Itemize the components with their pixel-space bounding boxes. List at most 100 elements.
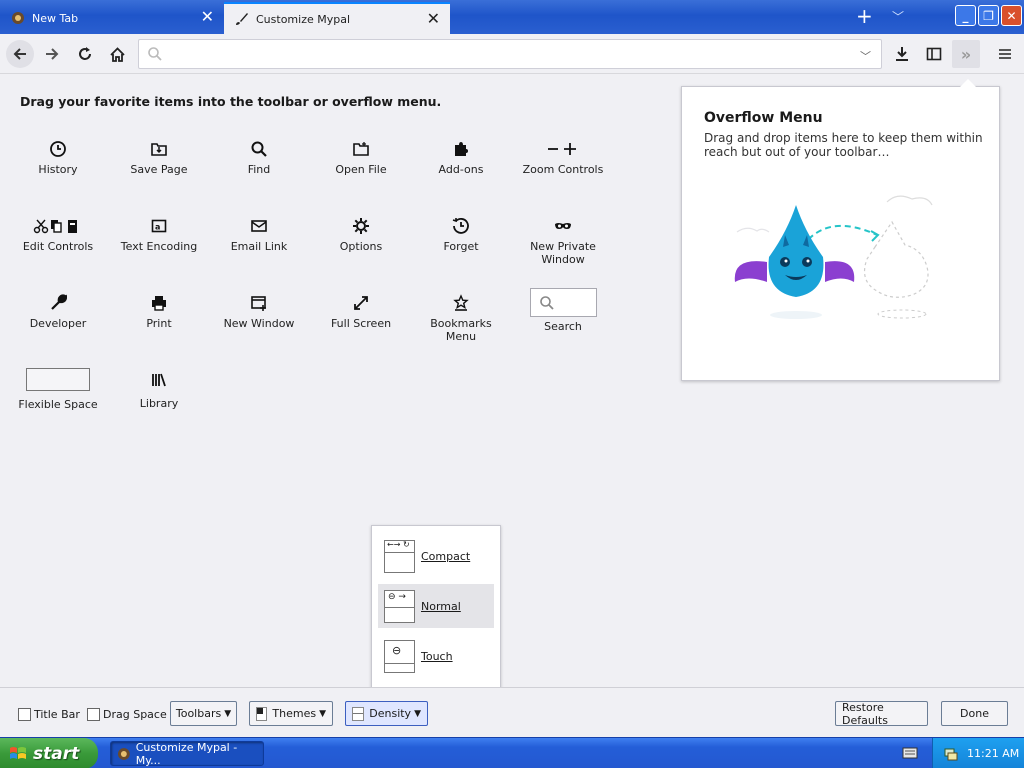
forget-clock-icon [452,218,469,234]
main-menu-button[interactable] [991,40,1019,68]
keyboard-icon[interactable] [902,746,918,760]
flexible-space-box [26,367,90,391]
density-button[interactable]: Density ▼ [345,701,428,726]
item-label: Print [146,317,172,330]
palette-item-new-private-window[interactable]: New Private Window [513,213,613,266]
search-icon [148,47,162,61]
palette-item-developer[interactable]: Developer [8,290,108,330]
drag-space-checkbox[interactable]: Drag Space [87,708,167,721]
density-option-compact[interactable]: ←→ ↻ Compact [378,534,494,578]
palette-item-open-file[interactable]: Open File [311,136,411,176]
palette-item-find[interactable]: Find [209,136,309,176]
checkbox-box[interactable] [18,708,31,721]
tab-new-tab[interactable]: New Tab ✕ [0,2,224,34]
start-label: start [33,743,80,764]
close-tab-icon[interactable]: ✕ [427,10,440,28]
mypal-logo-icon [117,747,130,760]
checkbox-box[interactable] [87,708,100,721]
palette-item-zoom-controls[interactable]: Zoom Controls [513,136,613,176]
item-label: Library [139,397,179,410]
network-icon[interactable] [943,746,959,762]
restore-defaults-label: Restore Defaults [842,700,888,727]
item-label: Text Encoding [120,240,198,253]
item-label: New Window [223,317,295,330]
palette-item-search[interactable]: Search [513,287,613,333]
restore-defaults-button[interactable]: Restore Defaults [835,700,928,727]
restore-window-button[interactable]: ❐ [978,5,999,26]
home-button[interactable] [103,40,131,68]
title-bar-checkbox[interactable]: Title Bar [18,708,80,721]
overflow-menu-button[interactable]: » [952,40,980,68]
double-chevron-icon: » [960,44,972,64]
sidebar-icon [926,47,942,61]
overflow-menu-panel[interactable]: Overflow Menu Drag and drop items here t… [681,79,1000,381]
save-page-icon [151,143,167,156]
forward-arrow-icon [46,48,59,60]
palette-item-new-window[interactable]: New Window [209,290,309,330]
start-button[interactable]: start [0,738,98,768]
done-button[interactable]: Done [941,701,1008,726]
item-label: Save Page [130,163,188,176]
back-button[interactable] [6,40,34,68]
search-box [529,287,597,317]
download-icon [896,47,908,61]
chevron-down-icon[interactable]: ﹀ [860,48,871,64]
url-input[interactable] [169,44,849,64]
new-tab-plus-icon[interactable]: + [856,6,873,26]
url-bar[interactable]: ﹀ [138,39,882,69]
forward-button[interactable] [38,40,66,68]
item-label: Add-ons [438,163,484,176]
taskbar-window-button[interactable]: Customize Mypal - My... [110,741,264,767]
clock: 11:21 AM [967,747,1020,760]
mypal-logo-icon [10,10,26,26]
palette-item-text-encoding[interactable]: a Text Encoding [109,213,209,253]
toolbars-button[interactable]: Toolbars ▼ [170,701,237,726]
palette-heading: Drag your favorite items into the toolba… [20,94,442,109]
theme-swatch-icon [256,706,268,721]
tab-strip: New Tab ✕ Customize Mypal ✕ + ﹀ _ ❐ ✕ [0,0,1024,34]
item-label: Developer [29,317,87,330]
palette-item-save-page[interactable]: Save Page [109,136,209,176]
item-label: Forget [443,240,479,253]
tab-customize[interactable]: Customize Mypal ✕ [224,2,450,34]
palette-item-flexible-space[interactable]: Flexible Space [8,367,108,411]
chevron-down-icon: ▼ [319,708,326,719]
palette-item-bookmarks-menu[interactable]: Bookmarks Menu [411,290,511,343]
palette-item-options[interactable]: Options [311,213,411,253]
envelope-icon [251,220,267,232]
palette-item-edit-controls[interactable]: Edit Controls [8,213,108,253]
touch-thumbnail-icon: ⊖ [384,639,415,673]
item-label: History [38,163,78,176]
palette-item-full-screen[interactable]: Full Screen [311,290,411,330]
done-label: Done [960,707,989,720]
reload-icon [79,47,91,60]
compact-thumbnail-icon: ←→ ↻ [384,539,415,573]
reload-button[interactable] [71,40,99,68]
downloads-button[interactable] [888,40,916,68]
density-option-label: Compact [421,549,471,563]
item-label: Zoom Controls [522,163,604,176]
density-option-label: Normal [421,599,461,613]
drag-space-label: Drag Space [103,708,167,721]
close-tab-icon[interactable]: ✕ [201,8,214,26]
puzzle-icon [455,142,468,156]
new-window-icon [251,296,266,311]
palette-item-forget[interactable]: Forget [411,213,511,253]
close-window-button[interactable]: ✕ [1001,5,1022,26]
palette-item-library[interactable]: Library [109,367,209,410]
palette-item-print[interactable]: Print [109,290,209,330]
item-label: Email Link [230,240,288,253]
hamburger-icon [999,49,1011,59]
item-label: Edit Controls [22,240,94,253]
density-option-normal[interactable]: ⊖ → Normal [378,584,494,628]
sidebar-button[interactable] [920,40,948,68]
minimize-window-button[interactable]: _ [955,5,976,26]
item-label: New Private Window [530,240,596,266]
density-option-touch[interactable]: ⊖ Touch [378,634,494,678]
chevron-down-icon: ▼ [414,708,421,719]
palette-item-email-link[interactable]: Email Link [209,213,309,253]
palette-item-history[interactable]: History [8,136,108,176]
themes-button[interactable]: Themes ▼ [249,701,333,726]
chevron-down-icon[interactable]: ﹀ [892,8,904,25]
palette-item-add-ons[interactable]: Add-ons [411,136,511,176]
